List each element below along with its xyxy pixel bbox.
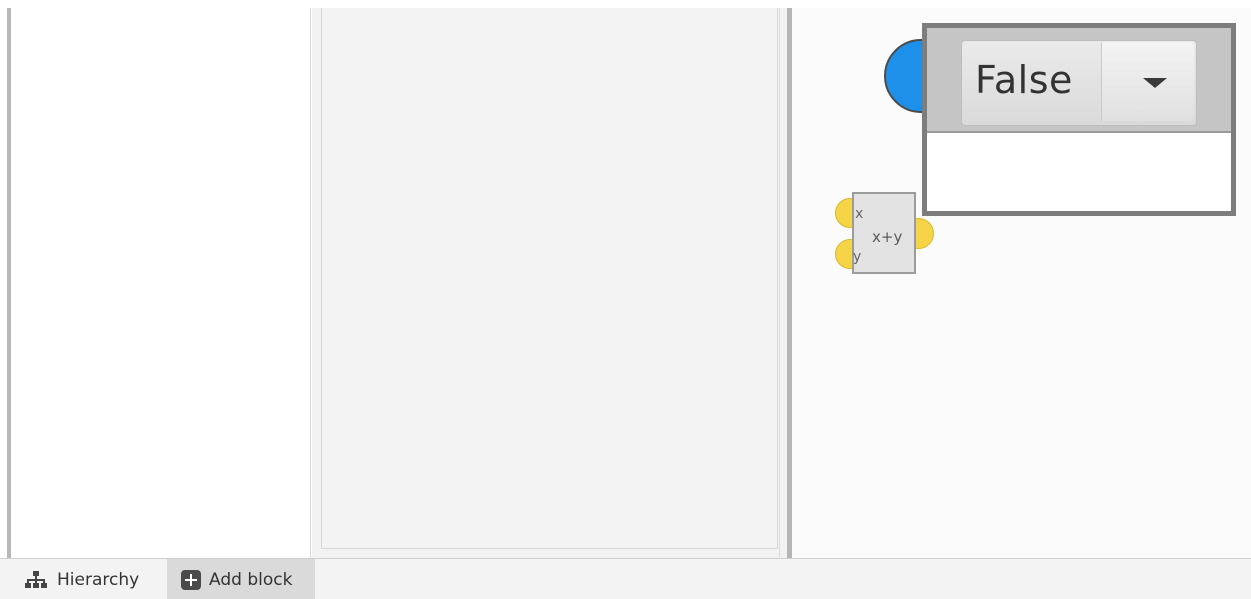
input-label-y: y xyxy=(853,249,862,265)
middle-panel-edge xyxy=(779,8,780,558)
plus-square-icon-bar xyxy=(190,574,192,586)
hierarchy-icon xyxy=(25,571,47,588)
hierarchy-panel xyxy=(11,8,311,558)
input-label-x: x xyxy=(855,206,864,222)
combobox-selected-value: False xyxy=(975,58,1073,102)
operation-label: x+y xyxy=(872,228,903,246)
tab-add-block-label: Add block xyxy=(209,570,293,590)
tab-hierarchy-label: Hierarchy xyxy=(57,570,140,590)
middle-panel-content xyxy=(321,8,778,549)
triangle-down-icon xyxy=(1143,78,1167,88)
